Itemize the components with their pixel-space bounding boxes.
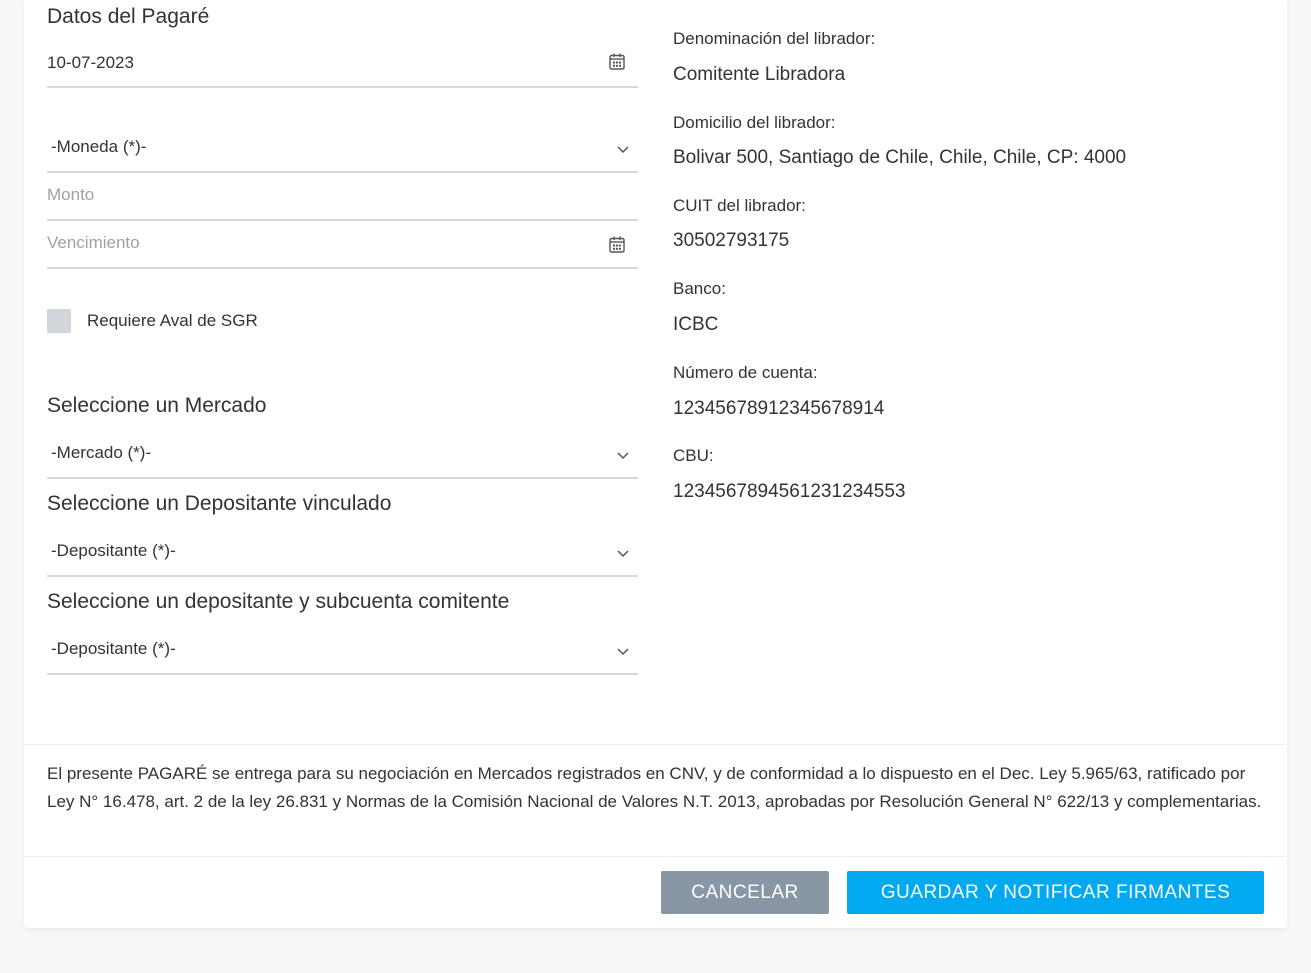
cbu-value: 1234567894561231234553 [673,481,906,502]
cuenta-value: 12345678912345678914 [673,398,885,419]
domicilio-label: Domicilio del librador: [673,113,836,132]
aval-sgr-label: Requiere Aval de SGR [87,311,258,330]
mercado-placeholder: -Mercado (*)- [51,443,152,462]
mercado-select[interactable]: -Mercado (*)- [47,434,638,479]
subcuenta-heading: Seleccione un depositante y subcuenta co… [47,590,510,613]
subcuenta-placeholder: -Depositante (*)- [51,639,176,658]
subcuenta-select[interactable]: -Depositante (*)- [47,630,638,675]
moneda-placeholder: -Moneda (*)- [51,137,147,156]
cancel-button[interactable]: CANCELAR [661,871,829,914]
cuenta-label: Número de cuenta: [673,363,818,382]
cbu-label: CBU: [673,446,714,465]
mercado-heading: Seleccione un Mercado [47,394,267,417]
section-title: Datos del Pagaré [47,5,210,28]
chevron-down-icon [617,146,629,154]
cuit-value: 30502793175 [673,230,790,251]
save-notify-button[interactable]: GUARDAR Y NOTIFICAR FIRMANTES [847,871,1264,914]
moneda-select[interactable]: -Moneda (*)- [47,128,638,173]
depositante-vinculado-heading: Seleccione un Depositante vinculado [47,492,392,515]
divider [24,744,1287,745]
vencimiento-placeholder: Vencimiento [47,233,140,252]
denominacion-label: Denominación del librador: [673,29,876,48]
vencimiento-input[interactable]: Vencimiento [47,225,638,269]
banco-value: ICBC [673,314,719,335]
fecha-input[interactable]: 10-07-2023 [47,44,638,88]
monto-placeholder: Monto [47,185,95,204]
divider [24,856,1287,857]
domicilio-value: Bolivar 500, Santiago de Chile, Chile, C… [673,147,1127,168]
fecha-value: 10-07-2023 [47,53,134,72]
calendar-icon[interactable] [609,53,625,70]
legal-text: El presente PAGARÉ se entrega para su ne… [47,764,1262,811]
cuit-label: CUIT del librador: [673,196,806,215]
chevron-down-icon [617,550,629,558]
depositante-vinculado-placeholder: -Depositante (*)- [51,541,176,560]
depositante-vinculado-select[interactable]: -Depositante (*)- [47,532,638,577]
chevron-down-icon [617,452,629,460]
pagare-form-card: Datos del Pagaré 10-07-2023 -Moneda (*)-… [24,0,1287,928]
chevron-down-icon [617,648,629,656]
denominacion-value: Comitente Libradora [673,64,846,85]
aval-sgr-checkbox[interactable] [47,309,71,333]
calendar-icon[interactable] [609,236,625,253]
banco-label: Banco: [673,279,726,298]
monto-input[interactable]: Monto [47,177,638,221]
